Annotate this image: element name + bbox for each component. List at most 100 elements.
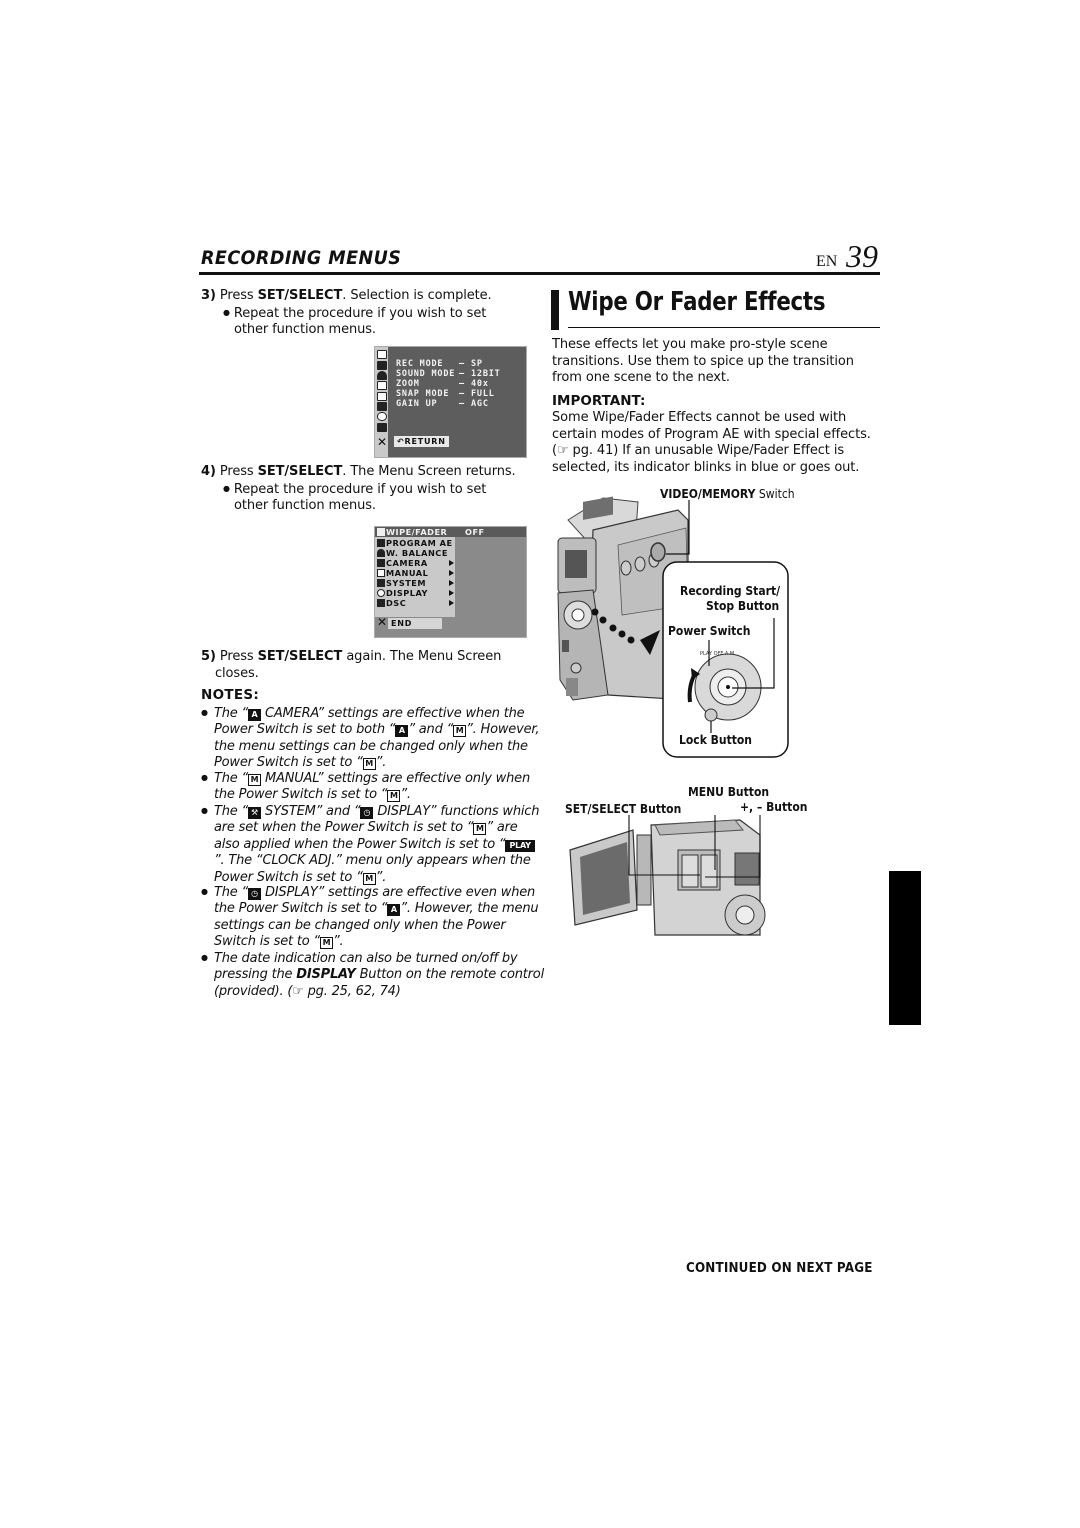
video-memory-switch-shape [650, 542, 666, 562]
menu-row-value: 40x [471, 379, 489, 389]
display-icon: ◷ [248, 888, 262, 900]
note-manual: ● The “M MANUAL” settings are effective o… [201, 771, 530, 803]
label-stop-button: Stop Button [706, 599, 780, 613]
menu-item-manual: MANUAL [386, 568, 429, 578]
display-icon: ◷ [360, 807, 374, 819]
step-3: 3) Press SET/SELECT. Selection is comple… [201, 288, 521, 339]
set-select-button-shape [681, 854, 699, 888]
label-power-switch: Power Switch [668, 624, 751, 638]
label-recording-start: Recording Start/ [680, 584, 781, 598]
step-text: . The Menu Screen returns. [342, 464, 516, 479]
submenu-arrow-icon [449, 560, 454, 566]
section-title: Wipe Or Fader Effects [568, 287, 826, 317]
menu-item-camera: CAMERA [386, 558, 428, 568]
label-plus-minus-button: +, – Button [740, 800, 808, 814]
menu-item-program-ae: PROGRAM AE [386, 538, 453, 548]
set-select-keyword: SET/SELECT [257, 464, 343, 479]
dsc-icon [377, 599, 385, 607]
menu-row-snap-mode: SNAP MODE [396, 389, 450, 399]
label-video-memory-switch: VIDEO/MEMORY Switch [660, 487, 795, 501]
menu-screen-camera-settings: REC MODE – SP SOUND MODE – 12BIT ZOOM – … [374, 346, 527, 458]
pointer-dot [609, 624, 617, 632]
menu-item-dsc: DSC [386, 598, 407, 608]
menu-item-system: SYSTEM [386, 578, 427, 588]
chapter-tab-marker [889, 871, 921, 1025]
pointer-dot [627, 636, 635, 644]
camcorder-diagram-side [569, 815, 766, 936]
return-arrow-icon: ↶ [397, 437, 405, 446]
submenu-arrow-icon [449, 580, 454, 586]
label-menu-button: MENU Button [688, 785, 770, 799]
section-header-title: RECORDING MENUS [201, 247, 402, 269]
rec-button-dot [726, 685, 730, 689]
close-x-icon: ✕ [377, 615, 388, 629]
step-number: 5) [201, 649, 216, 664]
step-text: Press [219, 649, 258, 664]
manual-mode-icon: M [362, 872, 376, 885]
control-dial-center-shape [571, 608, 585, 622]
manual-menu-icon: M [248, 774, 262, 786]
continued-on-next-page: CONTINUED ON NEXT PAGE [686, 1261, 873, 1276]
notes-heading: NOTES: [201, 687, 260, 703]
button-shape [634, 556, 646, 572]
note-date-indication: ● The date indication can also be turned … [201, 951, 544, 999]
button-shape [570, 662, 582, 674]
menu-item-display: DISPLAY [386, 588, 428, 598]
submenu-arrow-icon [449, 570, 454, 576]
menu-row-sep: – [459, 399, 465, 409]
menu-row-sound-mode: SOUND MODE [396, 369, 456, 379]
manual-mode-icon: M [473, 823, 487, 836]
menu-row-sep: – [459, 369, 465, 379]
set-select-keyword: SET/SELECT [257, 288, 343, 303]
switch-shape [562, 640, 569, 652]
menu-item-wipe-fader: WIPE/FADER [386, 527, 448, 537]
menu-row-sep: – [459, 379, 465, 389]
viewfinder-shape [734, 852, 760, 886]
camera-icon [377, 559, 385, 567]
menu-row-value: SP [471, 359, 483, 369]
set-select-keyword: SET/SELECT [257, 649, 343, 664]
manual-icon [377, 569, 385, 577]
note-system-display: ● The “⚒ SYSTEM” and “◷ DISPLAY” function… [201, 804, 540, 885]
section-title-rule [568, 327, 880, 328]
label-lock-button: Lock Button [679, 733, 753, 747]
bullet-icon: ● [201, 773, 208, 782]
button-shape [620, 560, 632, 576]
program-ae-icon [377, 361, 387, 370]
menu-row-value: FULL [471, 389, 495, 399]
step-bullet: Repeat the procedure if you wish to set … [201, 481, 521, 515]
manual-mode-icon: M [453, 725, 467, 738]
manual-icon [377, 392, 387, 401]
wipe-fader-value: OFF [465, 527, 485, 537]
menu-row-gain-up: GAIN UP [396, 399, 438, 409]
camera-icon [377, 381, 387, 390]
menu-row-sep: – [459, 359, 465, 369]
label-set-select-button: SET/SELECT Button [565, 802, 682, 816]
bullet-icon: ● [201, 708, 208, 717]
dial-center-shape [735, 905, 755, 925]
bullet-icon: ● [201, 953, 208, 962]
mode-markings: PLAY OFF A M [700, 651, 734, 657]
note-display: ● The “◷ DISPLAY” settings are effective … [201, 885, 539, 950]
manual-mode-icon: M [362, 758, 376, 771]
return-button: ↶RETURN [394, 436, 449, 447]
bullet-icon: ● [201, 806, 208, 815]
lock-button-shape [704, 708, 718, 722]
bullet-icon: ● [201, 887, 208, 896]
system-icon [377, 402, 387, 411]
display-keyword: DISPLAY [296, 967, 356, 983]
step-text: . Selection is complete. [342, 288, 492, 303]
step-text: Press [219, 464, 258, 479]
pointer-dot [591, 608, 599, 616]
note-camera: ● The “A CAMERA” settings are effective w… [201, 706, 540, 771]
speaker-grille-shape [566, 678, 578, 696]
step-number: 4) [201, 464, 216, 479]
display-icon [377, 589, 385, 597]
auto-mode-icon: A [395, 725, 409, 738]
important-paragraph: Some Wipe/Fader Effects cannot be used w… [552, 410, 871, 475]
program-ae-icon [377, 539, 385, 547]
step-text: Press [219, 288, 258, 303]
system-icon: ⚒ [248, 807, 262, 819]
menu-item-w-balance: W. BALANCE [386, 548, 448, 558]
manual-mode-icon: M [319, 937, 333, 950]
